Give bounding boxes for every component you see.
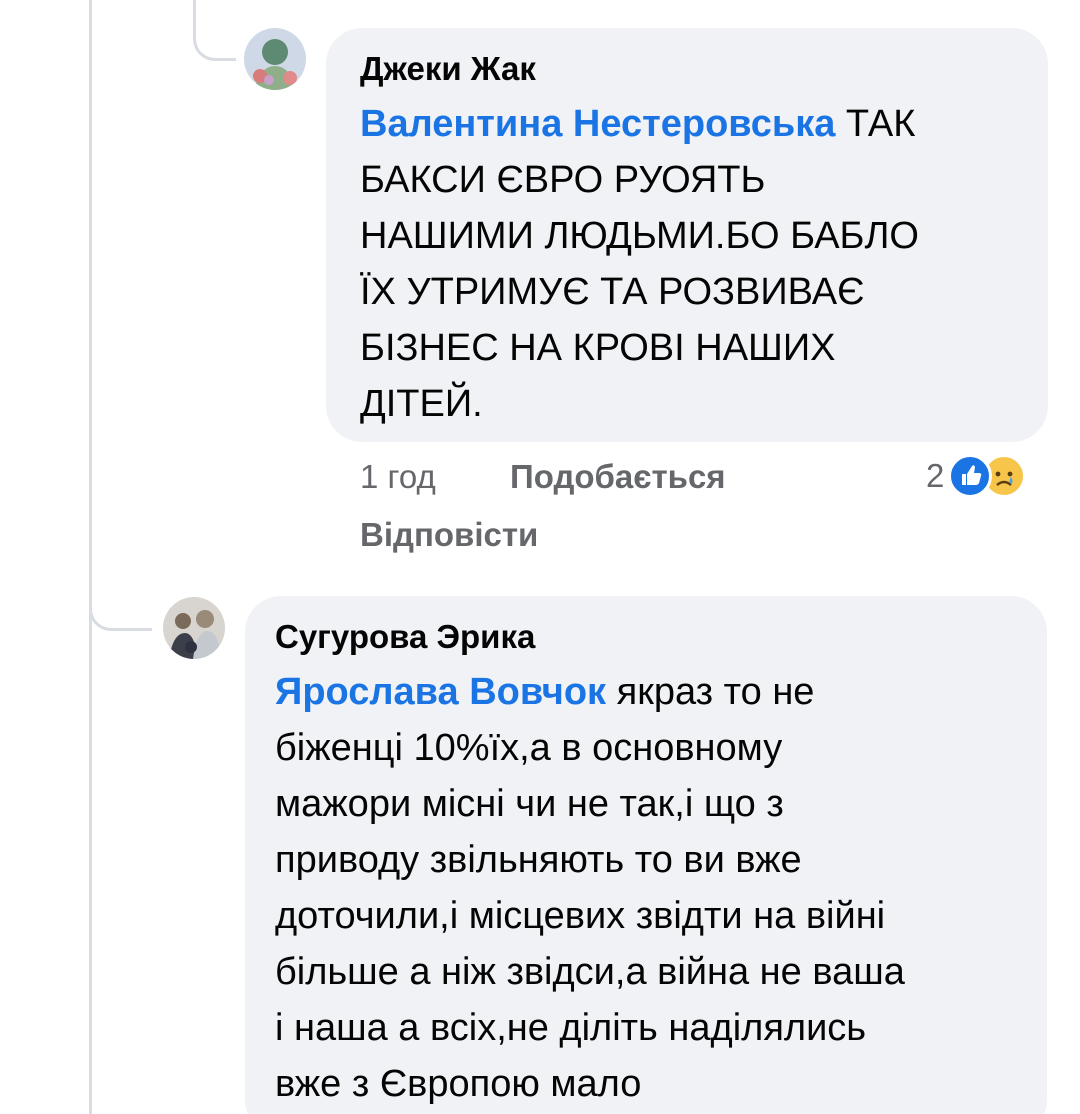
comment-line: біженці 10%їх,а в основному [275, 727, 783, 769]
reply-connector-curve [89, 590, 152, 631]
comment-line: ЇХ УТРИМУЄ ТА РОЗВИВАЄ [360, 271, 865, 313]
comment-bubble: Джеки Жак Валентина Нестеровська ТАК БАК… [326, 28, 1048, 442]
comment-line: доточили,і місцевих звідти на війні [275, 895, 886, 937]
thread-connector-line [89, 0, 92, 1114]
comment-line: більше а ніж звідси,а війна не ваша [275, 951, 905, 993]
avatar-image [163, 597, 225, 659]
comments-thread: Джеки Жак Валентина Нестеровська ТАК БАК… [0, 0, 1080, 1114]
reply-connector-curve [193, 20, 236, 61]
comment-line: мажори місні чи не так,і що з [275, 783, 784, 825]
comment-line: БІЗНЕС НА КРОВІ НАШИХ [360, 327, 836, 369]
avatar[interactable] [244, 28, 306, 90]
avatar[interactable] [163, 597, 225, 659]
comment-line: ДІТЕЙ. [360, 383, 483, 425]
reactions-summary[interactable]: 2 [926, 454, 1027, 498]
like-reaction-icon [948, 454, 993, 498]
comment-text: Валентина Нестеровська ТАК БАКСИ ЄВРО РУ… [360, 96, 1014, 432]
comment-line: ТАК [845, 103, 916, 145]
comment-bubble: Сугурова Эрика Ярослава Вовчок якраз то … [245, 596, 1047, 1114]
comment-line: і наша а всіх,не діліть наділялись [275, 1007, 867, 1049]
comment-author[interactable]: Сугурова Эрика [275, 616, 1017, 658]
mention-link[interactable]: Ярослава Вовчок [275, 671, 606, 713]
comment-line: якраз то не [616, 671, 815, 713]
comment-line: БАКСИ ЄВРО РУОЯТЬ [360, 159, 766, 201]
reply-button[interactable]: Відповісти [360, 516, 538, 554]
comment-line: НАШИМИ ЛЮДЬМИ.БО БАБЛО [360, 215, 919, 257]
comment-line: приводу звільняють то ви вже [275, 839, 802, 881]
mention-link[interactable]: Валентина Нестеровська [360, 103, 835, 145]
avatar-image [244, 28, 306, 90]
reaction-count: 2 [926, 457, 945, 494]
comment-line: вже з Європою мало [275, 1063, 642, 1105]
comment-text: Ярослава Вовчок якраз то не біженці 10%ї… [275, 664, 1017, 1112]
like-button[interactable]: Подобається [510, 458, 726, 496]
comment-timestamp[interactable]: 1 год [360, 458, 436, 496]
comment-author[interactable]: Джеки Жак [360, 48, 1014, 90]
